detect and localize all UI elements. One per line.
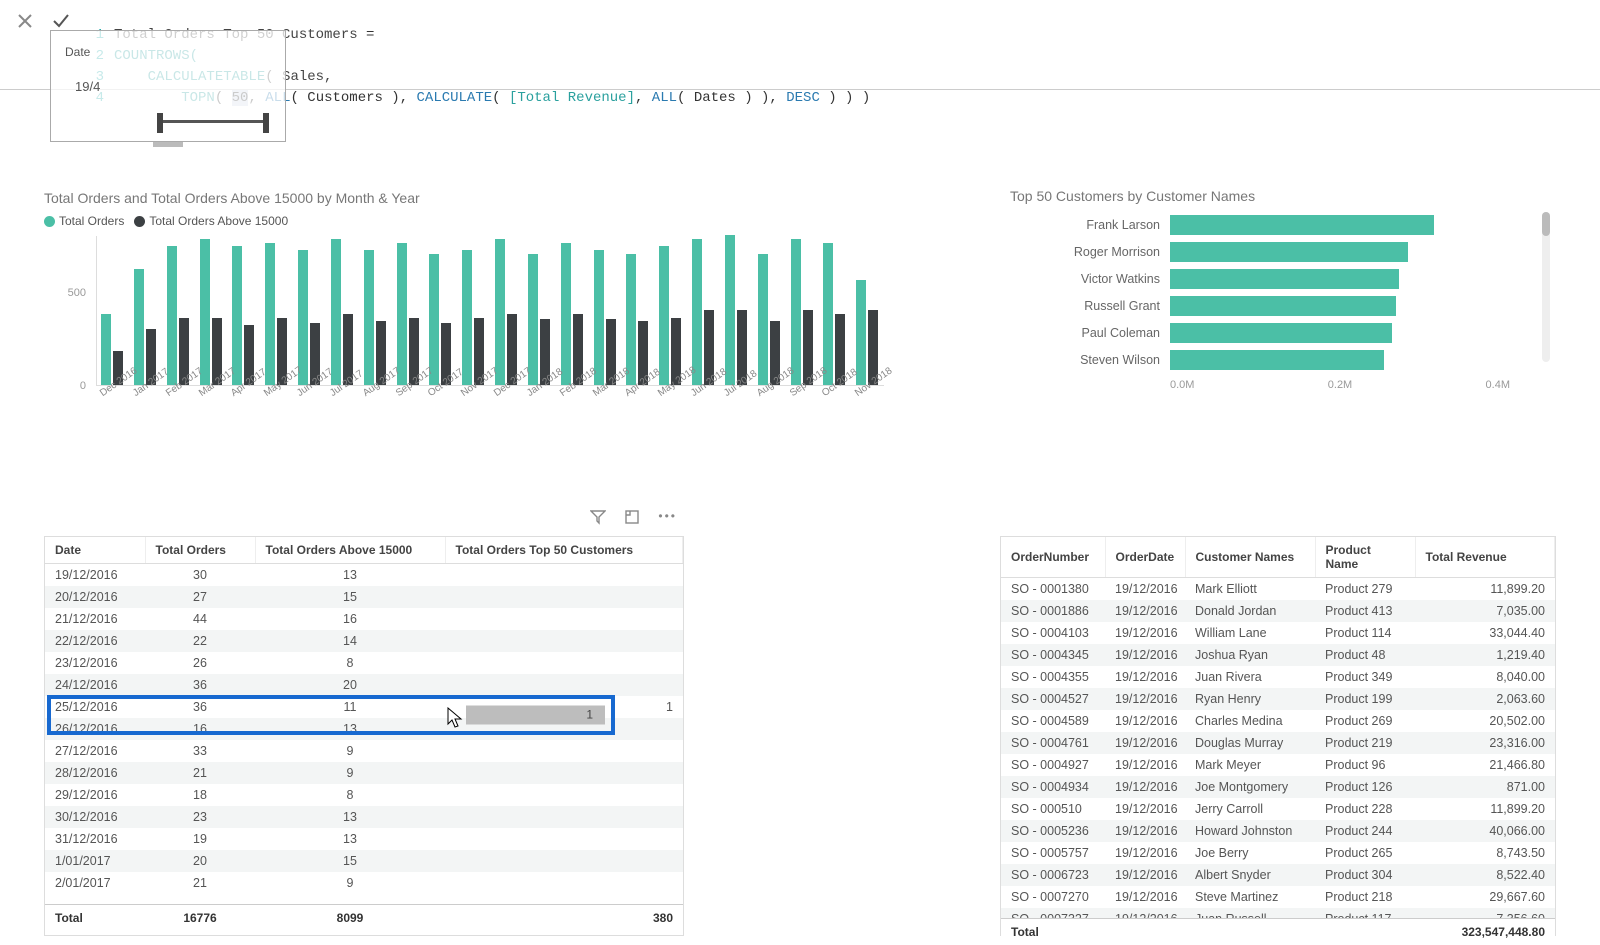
- table-row[interactable]: SO - 000435519/12/2016Juan RiveraProduct…: [1001, 666, 1555, 688]
- resize-handle[interactable]: [153, 142, 183, 147]
- table-row[interactable]: 25/12/201636111: [45, 696, 683, 718]
- total-label: Total: [45, 905, 145, 932]
- customer-bar[interactable]: Roger Morrison: [1010, 239, 1550, 265]
- table-row[interactable]: 24/12/20163620: [45, 674, 683, 696]
- table-row[interactable]: SO - 000138019/12/2016Mark ElliottProduc…: [1001, 578, 1555, 600]
- table-row[interactable]: 20/12/20162715: [45, 586, 683, 608]
- top-customers-chart[interactable]: Top 50 Customers by Customer Names Frank…: [1010, 188, 1550, 412]
- table-row[interactable]: 30/12/20162313: [45, 806, 683, 828]
- slicer-label: Date: [65, 45, 90, 59]
- total-label: Total: [1001, 919, 1105, 945]
- customer-bar[interactable]: Steven Wilson: [1010, 347, 1550, 373]
- slicer-track[interactable]: [151, 113, 275, 129]
- column-header[interactable]: Total Orders Top 50 Customers: [445, 537, 683, 564]
- chart-title: Top 50 Customers by Customer Names: [1010, 188, 1550, 204]
- table-row[interactable]: 2/01/2017219: [45, 872, 683, 894]
- table-row[interactable]: SO - 000575719/12/2016Joe BerryProduct 2…: [1001, 842, 1555, 864]
- column-header[interactable]: Total Orders Above 15000: [255, 537, 445, 564]
- table-row[interactable]: SO - 000434519/12/2016Joshua RyanProduct…: [1001, 644, 1555, 666]
- table-row[interactable]: SO - 00051019/12/2016Jerry CarrollProduc…: [1001, 798, 1555, 820]
- customer-bar[interactable]: Victor Watkins: [1010, 266, 1550, 292]
- filter-icon[interactable]: [590, 509, 606, 528]
- table-row[interactable]: SO - 000493419/12/2016Joe MontgomeryProd…: [1001, 776, 1555, 798]
- table-row[interactable]: SO - 000452719/12/2016Ryan HenryProduct …: [1001, 688, 1555, 710]
- table-row[interactable]: 1/01/20172015: [45, 850, 683, 872]
- commit-icon[interactable]: [50, 10, 72, 32]
- column-header[interactable]: Customer Names: [1185, 537, 1315, 578]
- table-row[interactable]: SO - 000410319/12/2016William LaneProduc…: [1001, 622, 1555, 644]
- table-row[interactable]: SO - 000188619/12/2016Donald JordanProdu…: [1001, 600, 1555, 622]
- table-row[interactable]: 28/12/2016219: [45, 762, 683, 784]
- table-row[interactable]: 31/12/20161913: [45, 828, 683, 850]
- chart-legend: Total Orders Total Orders Above 15000: [44, 214, 904, 228]
- chart-title: Total Orders and Total Orders Above 1500…: [44, 190, 904, 206]
- monthly-orders-chart[interactable]: Total Orders and Total Orders Above 1500…: [44, 190, 904, 416]
- table-row[interactable]: SO - 000523619/12/2016Howard JohnstonPro…: [1001, 820, 1555, 842]
- focus-mode-icon[interactable]: [624, 509, 640, 528]
- column-header[interactable]: Total Revenue: [1415, 537, 1555, 578]
- column-header[interactable]: OrderDate: [1105, 537, 1185, 578]
- table-row[interactable]: 29/12/2016188: [45, 784, 683, 806]
- table-row[interactable]: SO - 000732719/12/2016Juan RussellProduc…: [1001, 908, 1555, 918]
- customer-bar[interactable]: Russell Grant: [1010, 293, 1550, 319]
- table-row[interactable]: SO - 000727019/12/2016Steve MartinezProd…: [1001, 886, 1555, 908]
- orders-by-date-table[interactable]: ••• DateTotal OrdersTotal Orders Above 1…: [44, 536, 684, 936]
- column-header[interactable]: Total Orders: [145, 537, 255, 564]
- order-details-table[interactable]: OrderNumberOrderDateCustomer NamesProduc…: [1000, 536, 1556, 936]
- slicer-value: 19/4: [75, 79, 100, 94]
- table-row[interactable]: 27/12/2016339: [45, 740, 683, 762]
- table-row[interactable]: 22/12/20162214: [45, 630, 683, 652]
- customer-bar[interactable]: Paul Coleman: [1010, 320, 1550, 346]
- table-row[interactable]: 21/12/20164416: [45, 608, 683, 630]
- table-row[interactable]: SO - 000476119/12/2016Douglas MurrayProd…: [1001, 732, 1555, 754]
- cancel-icon[interactable]: [14, 10, 36, 32]
- column-header[interactable]: Product Name: [1315, 537, 1415, 578]
- column-header[interactable]: OrderNumber: [1001, 537, 1105, 578]
- table-row[interactable]: 26/12/20161613: [45, 718, 683, 740]
- table-row[interactable]: 19/12/20163013: [45, 564, 683, 586]
- date-slicer[interactable]: Date 19/4: [50, 30, 286, 142]
- customer-bar[interactable]: Frank Larson: [1010, 212, 1550, 238]
- table-row[interactable]: SO - 000492719/12/2016Mark MeyerProduct …: [1001, 754, 1555, 776]
- table-row[interactable]: 23/12/2016268: [45, 652, 683, 674]
- table-row[interactable]: SO - 000458919/12/2016Charles MedinaProd…: [1001, 710, 1555, 732]
- column-header[interactable]: Date: [45, 537, 145, 564]
- chart-scrollbar[interactable]: [1542, 212, 1550, 362]
- more-options-icon[interactable]: •••: [658, 509, 677, 528]
- table-row[interactable]: SO - 000672319/12/2016Albert SnyderProdu…: [1001, 864, 1555, 886]
